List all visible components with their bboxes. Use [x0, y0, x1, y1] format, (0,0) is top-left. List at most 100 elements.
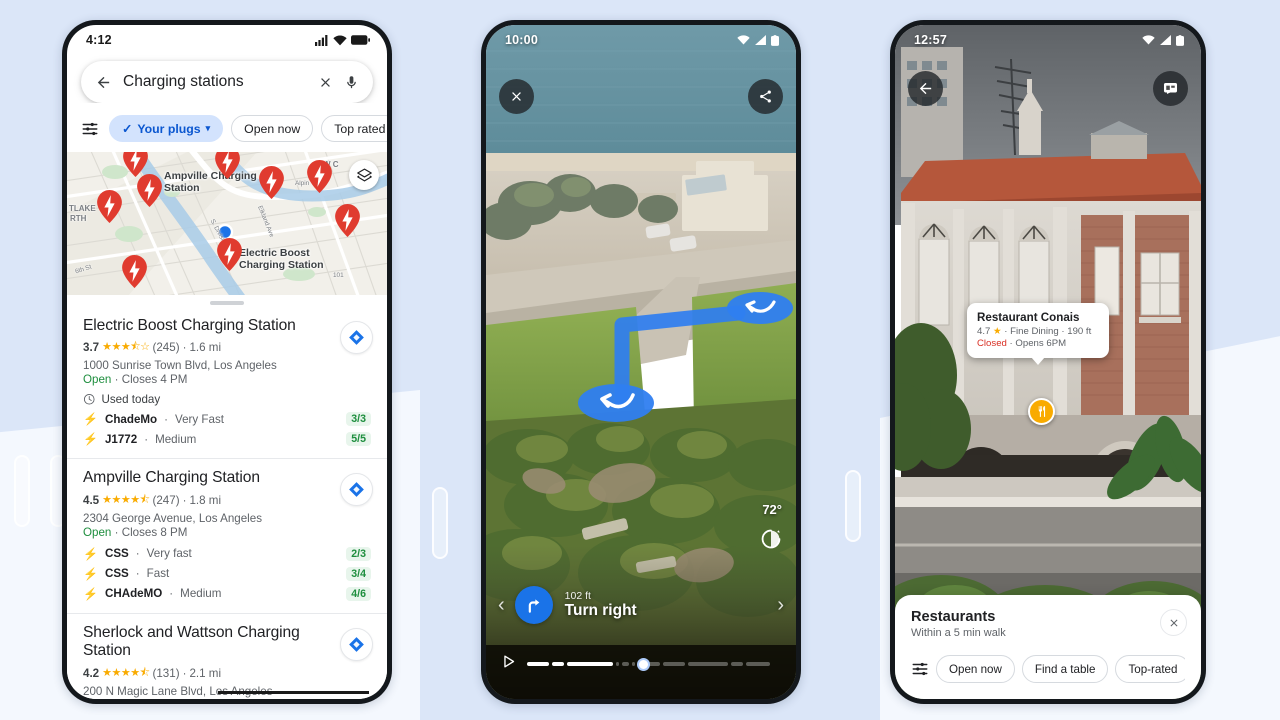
search-section: Charging stations [67, 55, 387, 103]
search-input[interactable]: Charging stations [123, 73, 307, 91]
result-item-ampville[interactable]: Ampville Charging Station 4.5 ★★★★⯪ (247… [67, 459, 387, 614]
sheet-subtitle: Within a 5 min walk [911, 627, 1006, 639]
chip-open-now[interactable]: Open now [231, 115, 314, 142]
ar-camera-view[interactable]: 10:00 72° ‹ 102 ft Turn right › [486, 25, 796, 699]
time-of-day-icon[interactable] [760, 528, 782, 555]
plug-availability: 4/6 [346, 586, 371, 601]
result-item-electric-boost[interactable]: Electric Boost Charging Station 3.7 ★★★⯪… [67, 307, 387, 460]
plug-speed: Fast [146, 567, 170, 581]
share-icon[interactable] [748, 79, 783, 114]
back-arrow-icon[interactable] [908, 71, 943, 106]
ghost-phone-decor [432, 487, 448, 559]
scrubber-segment [567, 662, 613, 666]
street-view-camera[interactable]: 12:57 Restaurant Conais 4.7 ★ · Fine Din… [895, 25, 1201, 699]
result-rating-row: 4.5 ★★★★⯪ (247) · 1.8 mi [83, 491, 371, 510]
directions-icon[interactable] [340, 320, 373, 354]
status-bar: 12:57 [895, 25, 1201, 55]
check-icon: ✓ [122, 121, 133, 136]
filter-tune-icon[interactable] [81, 120, 99, 138]
status-bar: 10:00 [486, 25, 796, 55]
filter-tune-icon[interactable] [911, 660, 929, 678]
dot-separator: · [1061, 326, 1065, 337]
plug-row: ⚡ CHAdeMO · Medium 4/6 [83, 586, 371, 601]
rating-value: 4.7 [977, 326, 991, 337]
directions-icon[interactable] [340, 473, 373, 507]
chevron-right-icon[interactable]: › [777, 594, 784, 617]
microphone-icon[interactable] [344, 75, 359, 90]
distance: 2.1 mi [189, 666, 222, 680]
dot-separator: · [182, 666, 187, 680]
battery-icon [771, 34, 779, 46]
sheet-title: Restaurants [911, 609, 996, 625]
ev-station-pin[interactable] [137, 174, 162, 207]
plug-name: CSS [104, 567, 129, 581]
bolt-icon: ⚡ [83, 586, 98, 601]
status-icons [315, 34, 370, 46]
distance: 1.6 mi [189, 341, 222, 355]
chevron-left-icon[interactable]: ‹ [498, 594, 505, 617]
ev-station-pin[interactable] [259, 166, 284, 199]
chip-label: Open now [949, 662, 1002, 676]
bolt-icon: ⚡ [83, 432, 98, 447]
restaurant-pin-icon[interactable] [1028, 398, 1055, 425]
dot-separator: · [182, 341, 187, 355]
chip-top-rated[interactable]: Top-rated [1115, 655, 1185, 683]
results-list[interactable]: Electric Boost Charging Station 3.7 ★★★⯪… [67, 295, 387, 699]
ev-station-pin[interactable] [215, 152, 240, 179]
scrubber-segment [632, 662, 635, 666]
ev-station-pin[interactable] [97, 190, 122, 223]
directions-icon[interactable] [340, 627, 373, 661]
wifi-icon [737, 35, 750, 45]
layers-icon[interactable] [349, 160, 379, 190]
dot-separator: · [169, 587, 174, 601]
sheet-drag-handle[interactable] [210, 301, 244, 305]
plug-availability: 5/5 [346, 432, 371, 447]
chip-label: Top-rated [1128, 662, 1178, 676]
dot-separator: · [182, 493, 187, 507]
feedback-icon[interactable] [1153, 71, 1188, 106]
scrubber-segment [688, 662, 728, 666]
ev-station-pin[interactable] [307, 160, 332, 193]
restaurant-callout[interactable]: Restaurant Conais 4.7 ★ · Fine Dining · … [967, 303, 1109, 365]
result-title: Ampville Charging Station [83, 469, 260, 487]
chip-label: Top rated [334, 121, 386, 136]
chip-top-rated[interactable]: Top rated [321, 115, 387, 142]
search-bar[interactable]: Charging stations [81, 61, 373, 103]
ev-station-pin[interactable] [335, 204, 360, 237]
back-arrow-icon[interactable] [95, 74, 112, 91]
callout-title: Restaurant Conais [977, 311, 1080, 324]
star-icon: ★ [993, 326, 1002, 337]
opens-time: Opens 6PM [1015, 338, 1067, 349]
map-view[interactable]: TLAKE RTH W C Alpin 6th St S. Division R… [67, 152, 387, 297]
chip-your-plugs[interactable]: ✓ Your plugs ▾ [109, 115, 224, 142]
play-icon[interactable] [500, 653, 517, 675]
ev-station-pin[interactable] [122, 255, 147, 288]
plug-row: ⚡ CSS · Fast 3/4 [83, 566, 371, 581]
close-icon[interactable] [499, 79, 534, 114]
status-icons [1142, 34, 1184, 46]
scrubber-segment [746, 662, 770, 666]
dot-separator: · [135, 567, 140, 581]
chip-open-now[interactable]: Open now [936, 655, 1015, 683]
open-label: Open [83, 525, 112, 539]
result-address: 1000 Sunrise Town Blvd, Los Angeles [83, 359, 277, 373]
ev-station-pin[interactable] [217, 238, 242, 271]
scrubber-knob[interactable] [636, 657, 650, 671]
review-count: (245) [152, 341, 180, 355]
plug-name: CSS [104, 547, 129, 561]
result-hours: Open · Closes 4 PM [83, 373, 371, 386]
close-icon[interactable] [318, 75, 333, 90]
route-scrubber[interactable] [486, 649, 796, 679]
callout-meta: 4.7 ★ · Fine Dining · 190 ft [977, 326, 1099, 337]
plug-speed: Medium [180, 587, 222, 601]
distance: 1.8 mi [189, 493, 222, 507]
bolt-icon: ⚡ [83, 546, 98, 561]
result-title: Electric Boost Charging Station [83, 316, 296, 334]
rating-stars: ★★★⯪☆ [102, 341, 150, 354]
scrubber-track[interactable] [527, 657, 782, 671]
close-icon[interactable] [1160, 609, 1187, 636]
result-item-sherlock-wattson[interactable]: Sherlock and Wattson Charging Station 4.… [67, 614, 387, 699]
plug-name: ChadeMo [104, 412, 158, 426]
chip-find-a-table[interactable]: Find a table [1021, 655, 1109, 683]
plug-name: J1772 [104, 432, 138, 446]
